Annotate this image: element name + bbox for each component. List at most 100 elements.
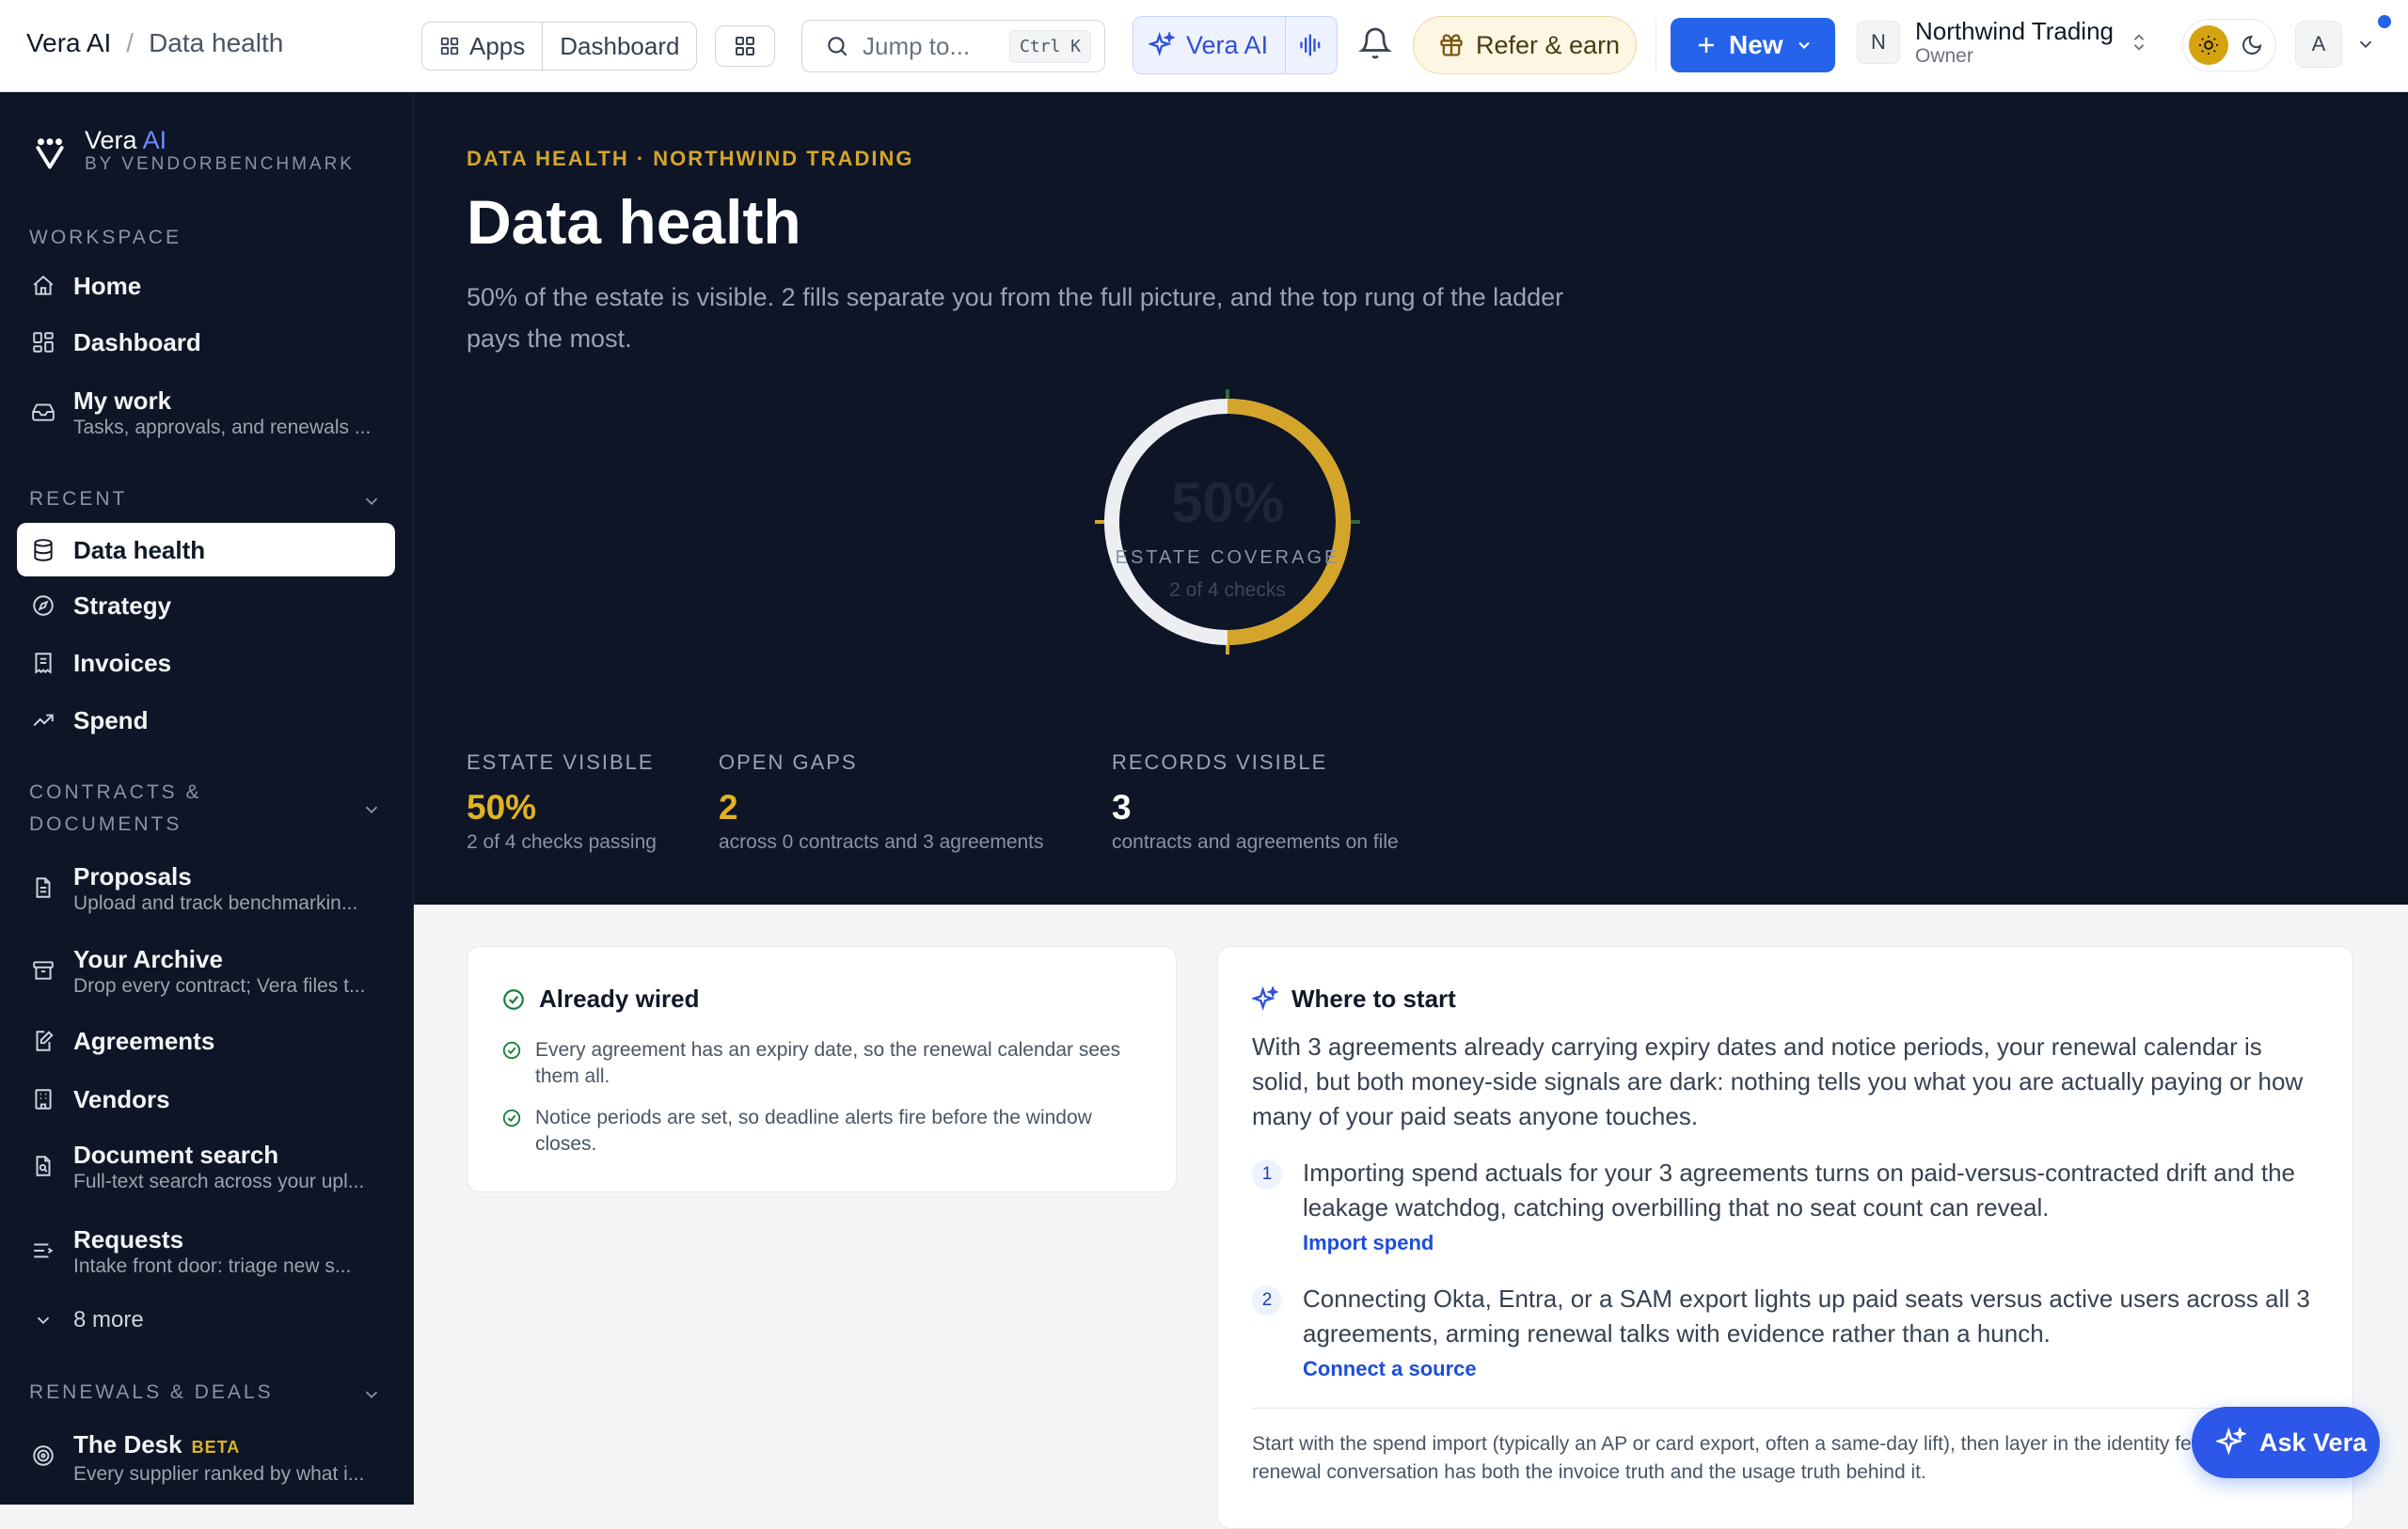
building-icon [30, 1086, 56, 1112]
step-number: 2 [1252, 1285, 1282, 1316]
jump-to-search[interactable]: Jump to... Ctrl K [801, 20, 1105, 72]
divider [1252, 1408, 2324, 1409]
stat-open-gaps: OPEN GAPS 2 across 0 contracts and 3 agr… [719, 750, 1044, 854]
vera-ai-button[interactable]: Vera AI [1133, 16, 1338, 74]
sidebar-item-document-search[interactable]: Document search Full-text search across y… [17, 1140, 395, 1194]
stat-value: 3 [1112, 788, 1132, 827]
breadcrumb: Vera AI / Data health [26, 28, 283, 58]
sidebar-item-sub: Every supplier ranked by what i... [73, 1463, 365, 1485]
section-contracts-line2: DOCUMENTS [29, 813, 182, 835]
section-contracts[interactable]: CONTRACTS & DOCUMENTS [29, 777, 202, 841]
chevron-down-icon[interactable] [361, 799, 382, 820]
stat-sub: across 0 contracts and 3 agreements [719, 831, 1044, 853]
section-renewals[interactable]: RENEWALS & DEALS [29, 1377, 274, 1409]
sidebar-item-vendors[interactable]: Vendors [17, 1084, 395, 1114]
where-to-start-intro: With 3 agreements already carrying expir… [1252, 1032, 2304, 1130]
brand-ai: AI [142, 126, 167, 154]
dark-mode-button[interactable] [2232, 25, 2272, 65]
step-text: Connecting Okta, Entra, or a SAM export … [1303, 1285, 2310, 1348]
gauge-label: ESTATE COVERAGE [1115, 547, 1340, 568]
search-placeholder: Jump to... [863, 31, 971, 60]
gauge-percent: 50% [1170, 471, 1285, 534]
sidebar-item-proposals[interactable]: Proposals Upload and track benchmarkin... [17, 861, 395, 916]
sidebar-item-label: My work [73, 386, 172, 415]
sidebar-item-my-work[interactable]: My work Tasks, approvals, and renewals ..… [17, 386, 395, 440]
light-mode-button[interactable] [2189, 25, 2228, 65]
section-recent[interactable]: RECENT [29, 483, 127, 515]
theme-toggle[interactable] [2182, 19, 2276, 71]
import-spend-link[interactable]: Import spend [1303, 1231, 2324, 1255]
user-menu[interactable]: A [2295, 15, 2391, 68]
layout-grid-icon [736, 37, 754, 55]
wired-item: Notice periods are set, so deadline aler… [501, 1105, 1150, 1158]
breadcrumb-separator: / [126, 28, 135, 57]
sidebar-item-spend[interactable]: Spend [17, 705, 395, 735]
stat-sub: contracts and agreements on file [1112, 831, 1399, 853]
card-title: Already wired [501, 985, 700, 1014]
home-icon [30, 273, 56, 299]
new-button[interactable]: New [1671, 18, 1835, 72]
stat-sub: 2 of 4 checks passing [467, 831, 657, 853]
chevron-down-icon [1798, 41, 1810, 49]
sidebar-item-strategy[interactable]: Strategy [17, 591, 395, 621]
notifications-button[interactable] [1358, 26, 1392, 65]
layout-grid-button[interactable] [715, 25, 775, 67]
voice-button[interactable] [1285, 17, 1337, 73]
check-circle-icon [503, 988, 524, 1010]
stat-label: RECORDS VISIBLE [1112, 750, 1328, 774]
sidebar-item-dashboard[interactable]: Dashboard [17, 327, 395, 357]
brand-name: Vera [85, 126, 137, 154]
connect-source-link[interactable]: Connect a source [1303, 1357, 2324, 1381]
chevron-down-icon [2359, 40, 2372, 49]
sidebar-item-requests[interactable]: Requests Intake front door: triage new s.… [17, 1224, 395, 1279]
sidebar-item-data-health[interactable]: Data health [17, 523, 395, 576]
chevron-updown-icon [2133, 34, 2145, 51]
sidebar-item-invoices[interactable]: Invoices [17, 648, 395, 678]
breadcrumb-page: Data health [149, 28, 284, 57]
brand[interactable]: Vera AI BY VENDORBENCHMARK [32, 126, 355, 175]
check-circle-icon [502, 1109, 521, 1127]
sidebar-item-label: Document search [73, 1141, 279, 1169]
dashboard-label: Dashboard [560, 31, 680, 60]
list-icon [30, 1237, 56, 1264]
sidebar-show-more[interactable]: 8 more [17, 1305, 395, 1335]
apps-dashboard-switch: Apps Dashboard [421, 22, 698, 71]
stat-records-visible: RECORDS VISIBLE 3 contracts and agreemen… [1112, 750, 1399, 854]
org-switcher[interactable]: N Northwind Trading Owner [1857, 17, 2149, 68]
apps-button[interactable]: Apps [422, 23, 542, 70]
org-role: Owner [1915, 45, 1973, 67]
stat-value: 2 [719, 788, 738, 827]
sidebar-item-archive[interactable]: Your Archive Drop every contract; Vera fi… [17, 944, 395, 999]
sidebar-item-label: Agreements [73, 1027, 215, 1055]
stat-label: OPEN GAPS [719, 750, 858, 774]
refer-label: Refer & earn [1476, 30, 1621, 59]
sidebar-item-the-desk[interactable]: The Desk BETA Every supplier ranked by wh… [17, 1429, 395, 1487]
brand-subtitle: BY VENDORBENCHMARK [85, 154, 355, 174]
target-icon [30, 1442, 56, 1469]
card-title: Where to start [1252, 985, 1456, 1014]
refer-earn-button[interactable]: Refer & earn [1413, 16, 1637, 74]
ask-vera-label: Ask Vera [2259, 1427, 2368, 1457]
sidebar-item-sub: Intake front door: triage new s... [73, 1255, 352, 1277]
section-workspace: WORKSPACE [29, 227, 182, 248]
notification-dot [2378, 15, 2391, 28]
vera-ai-main[interactable]: Vera AI [1133, 17, 1285, 73]
breadcrumb-app[interactable]: Vera AI [26, 28, 111, 58]
where-to-start-title: Where to start [1291, 985, 1456, 1013]
trend-icon [30, 707, 56, 733]
top-bar: Vera AI / Data health Apps Dashboard Jum… [0, 0, 2408, 92]
chevron-down-icon[interactable] [361, 491, 382, 512]
where-to-start-card: Where to start With 3 agreements already… [1217, 946, 2353, 1529]
sparkle-icon [1149, 32, 1175, 56]
sidebar-item-agreements[interactable]: Agreements [17, 1026, 395, 1056]
sun-icon [2199, 36, 2218, 55]
sidebar-item-sub: Drop every contract; Vera files t... [73, 975, 366, 997]
chevron-down-icon[interactable] [361, 1384, 382, 1405]
sidebar-item-home[interactable]: Home [17, 271, 395, 301]
database-icon [30, 537, 56, 563]
step-item: 2 Connecting Okta, Entra, or a SAM expor… [1252, 1282, 2324, 1381]
dashboard-button[interactable]: Dashboard [542, 23, 696, 70]
ask-vera-button[interactable]: Ask Vera [2192, 1407, 2380, 1478]
stat-value: 50% [467, 788, 537, 827]
inbox-icon [30, 399, 56, 425]
